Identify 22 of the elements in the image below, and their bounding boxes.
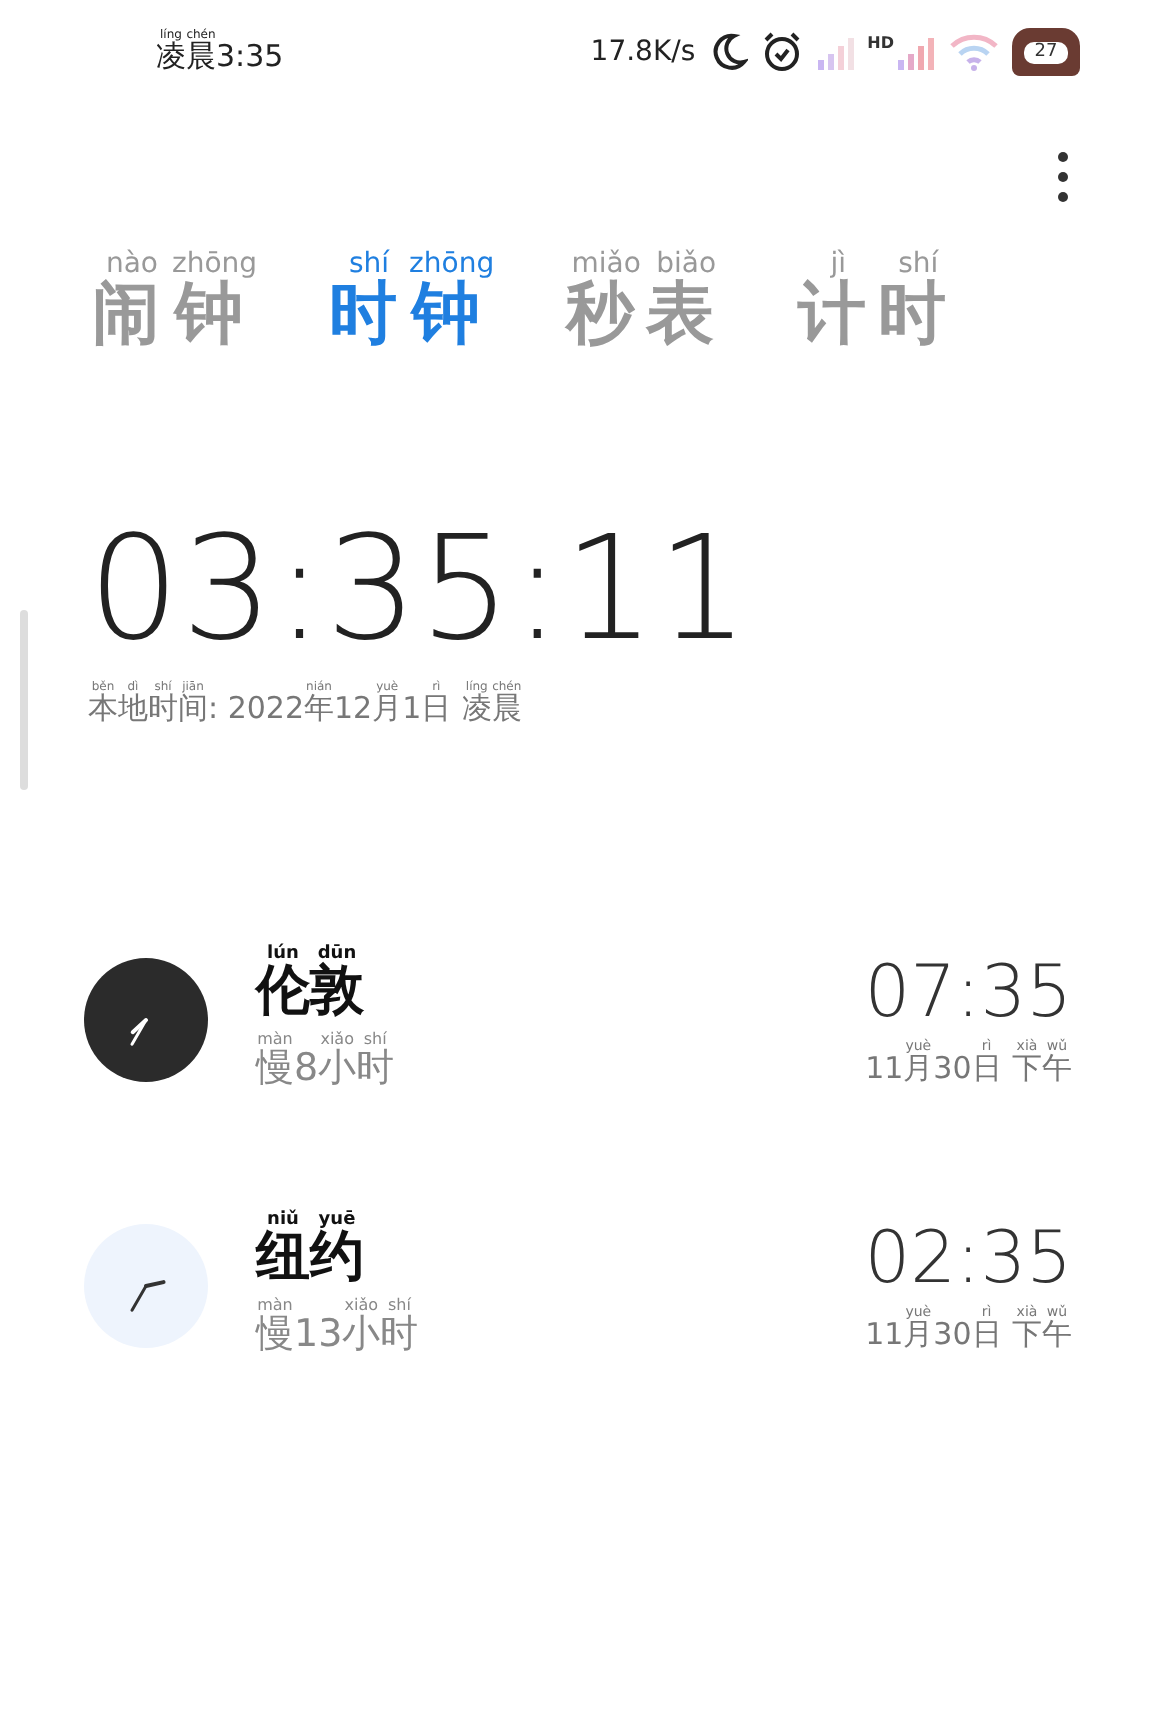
signal-icon [896,34,936,70]
tab[interactable]: 计 jì 时 shí [798,250,959,360]
tab[interactable]: 时 shí 钟 zhōng [329,250,495,360]
city-time: 07:35 [864,951,1072,1033]
signal-icon [815,34,856,70]
hd-label: HD [867,34,894,52]
tab[interactable]: 闹 nào 钟 zhōng [92,250,258,360]
tab[interactable]: 秒 miǎo 表 biǎo [566,250,727,360]
time-difference: 慢 màn 13小 xiǎo 时 shí [256,1296,419,1360]
clock-face-icon [84,957,208,1081]
more-menu-icon[interactable] [1058,152,1068,202]
battery-indicator: 27 [1012,28,1080,76]
wifi-icon [948,32,1000,72]
city-name: 伦 lún 敦 dūn [256,944,364,1026]
time-difference: 慢 màn 8小 xiǎo 时 shí [256,1030,395,1094]
city-time: 02:35 [864,1217,1072,1299]
moon-icon [707,32,748,72]
city-name: 纽 niǔ 约 yuē [256,1210,364,1292]
alarm-icon [759,30,804,74]
clock-face-icon [84,1223,208,1347]
network-speed: 17.8K/s [590,36,696,68]
local-time: 03:35:11 [88,516,753,660]
